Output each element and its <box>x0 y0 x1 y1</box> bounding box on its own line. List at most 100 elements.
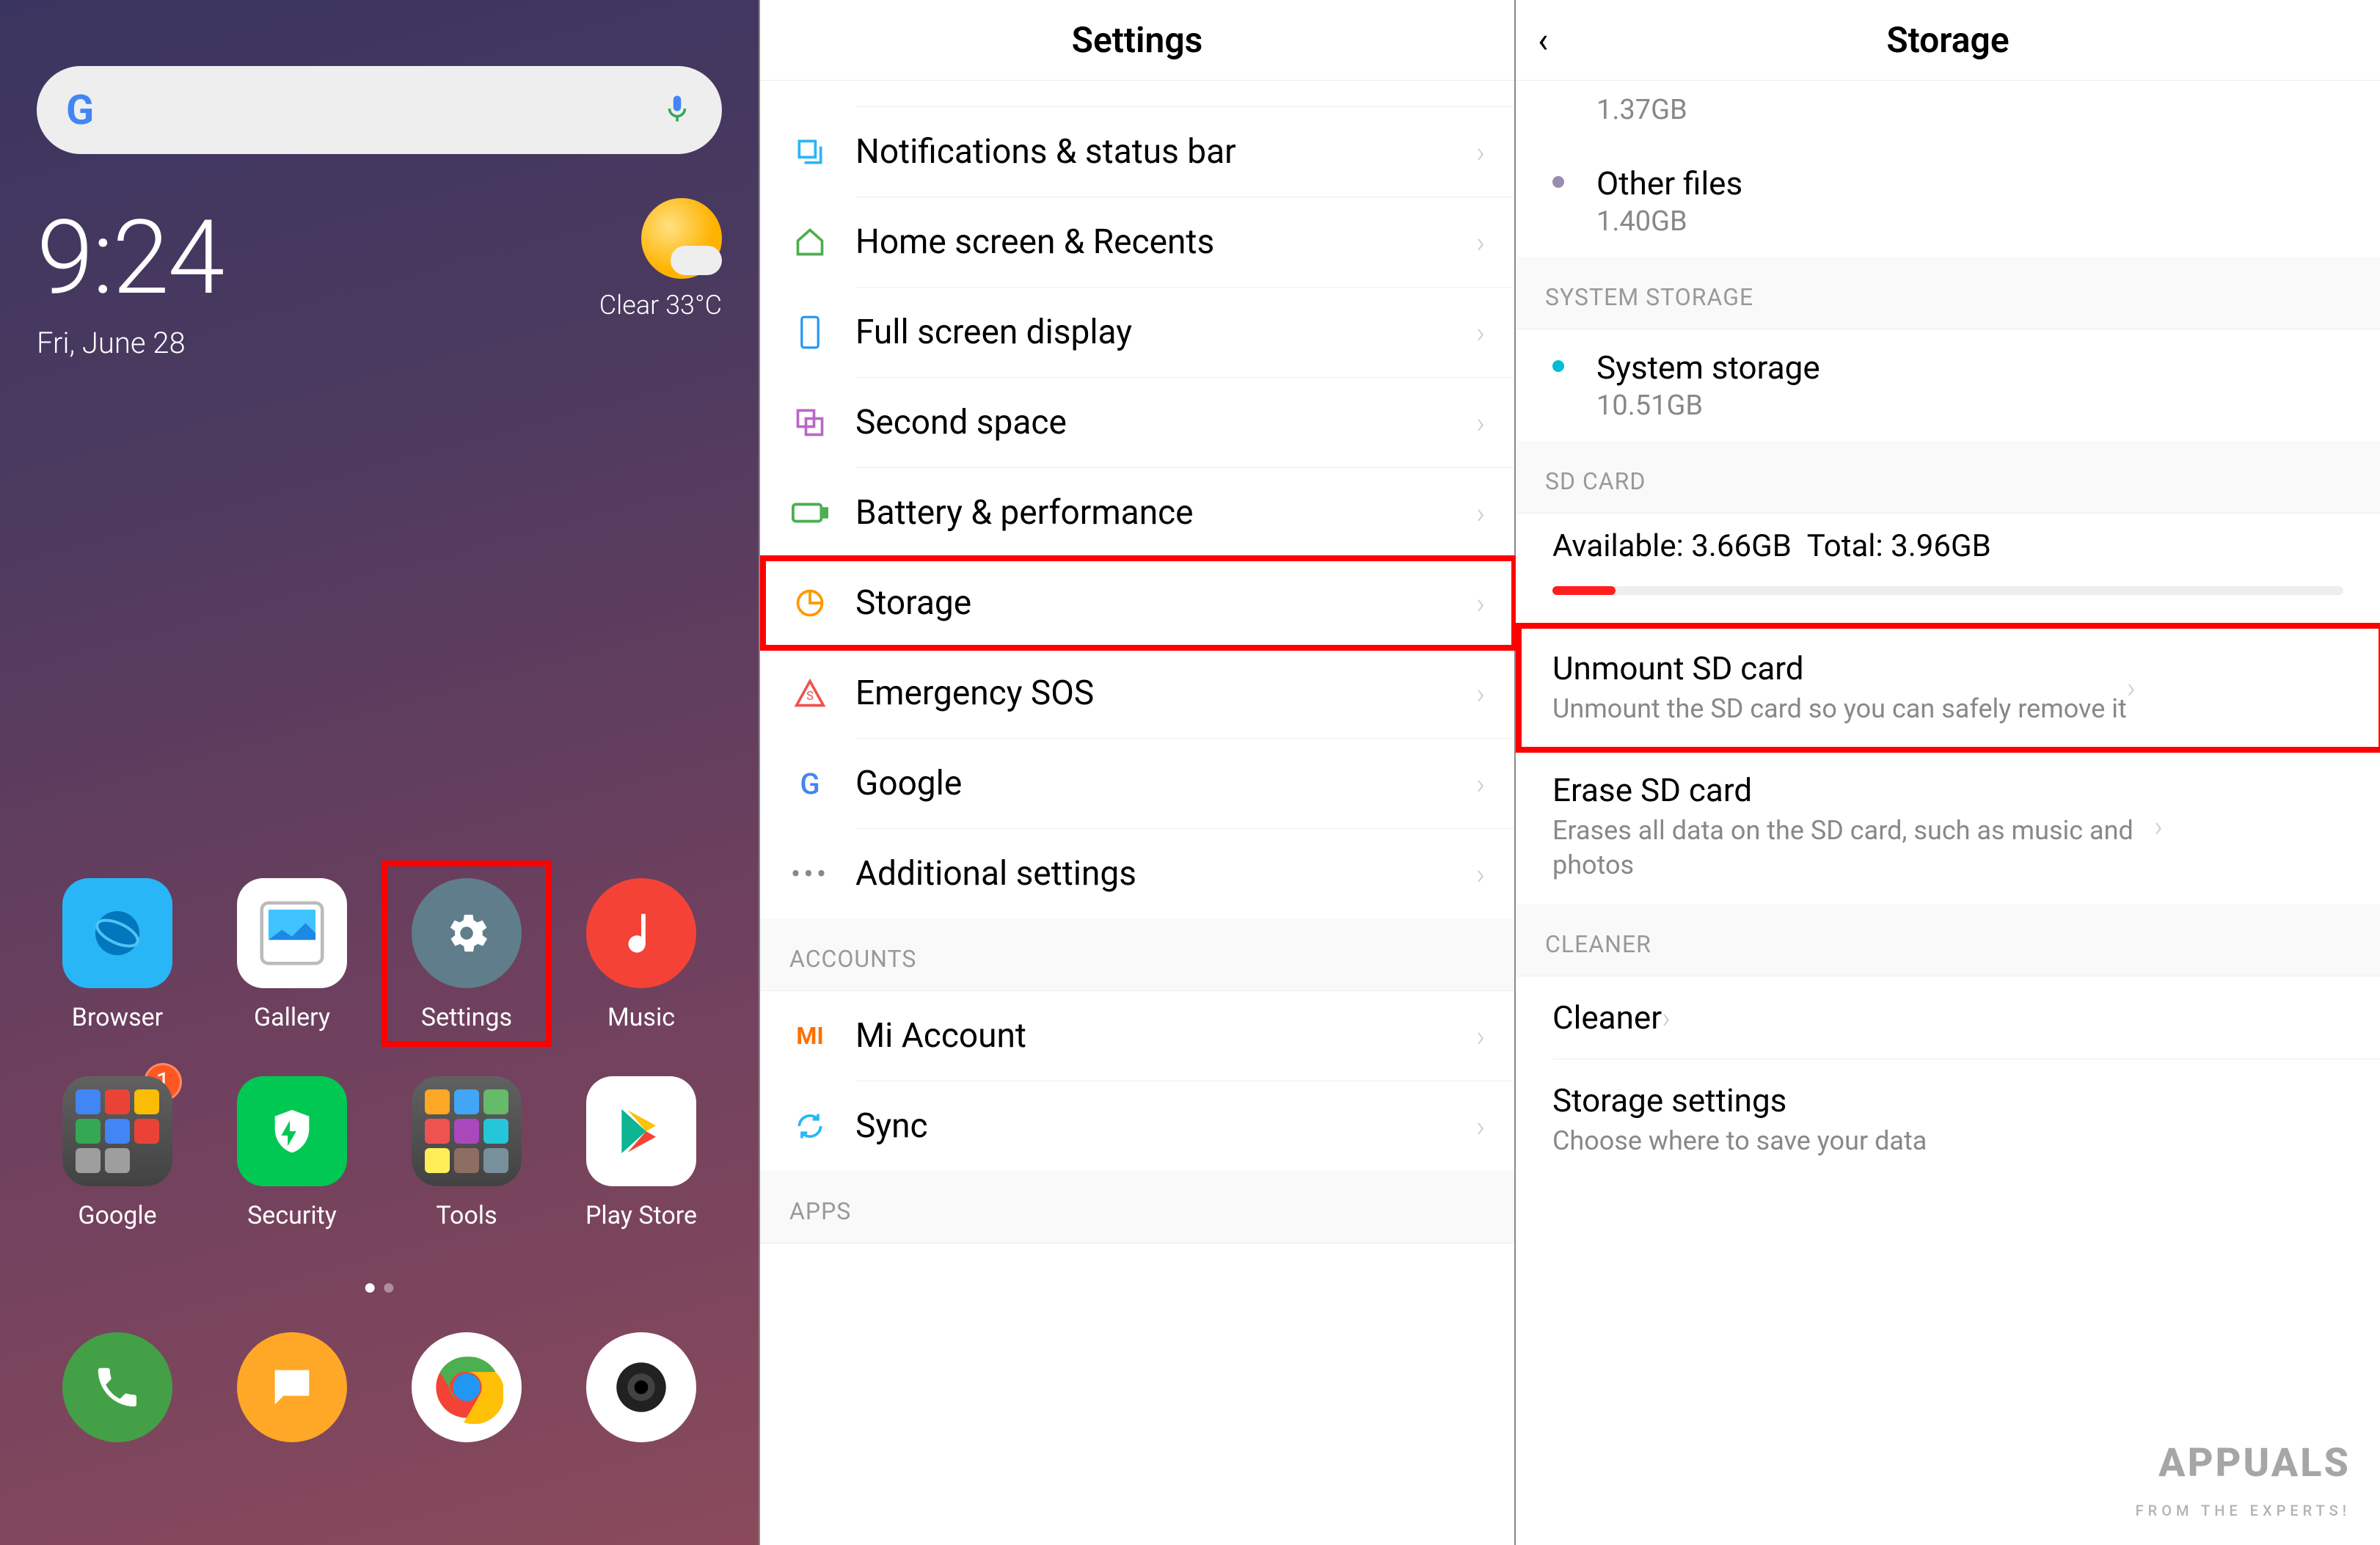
chevron-right-icon: › <box>1476 135 1485 169</box>
dots-icon: ••• <box>789 853 831 894</box>
chevron-right-icon: › <box>1476 676 1485 711</box>
clock-widget[interactable]: 9:24 Fri, June 28 <box>37 198 223 360</box>
storage-list[interactable]: 1.37GB Other files 1.40GB SYSTEM STORAGE… <box>1516 81 2380 1180</box>
row-additional[interactable]: ••• Additional settings› <box>855 829 1514 918</box>
sd-card-stats: Available: 3.66GB Total: 3.96GB <box>1516 514 2380 571</box>
app-gallery[interactable]: Gallery <box>219 878 365 1032</box>
app-playstore[interactable]: Play Store <box>568 1076 715 1230</box>
chevron-right-icon: › <box>1476 496 1485 530</box>
settings-list[interactable]: Notifications & status bar› Home screen … <box>760 81 1514 1243</box>
chevron-right-icon: › <box>1476 1019 1485 1053</box>
sos-icon: S <box>789 673 831 714</box>
google-g-icon: G <box>789 763 831 804</box>
row-sos[interactable]: S Emergency SOS› <box>855 649 1514 739</box>
row-second-space[interactable]: Second space› <box>855 378 1514 468</box>
settings-title: Settings <box>1072 19 1203 61</box>
row-mi-account[interactable]: MI Mi Account› <box>855 991 1514 1081</box>
sync-icon <box>789 1106 831 1147</box>
row-prev-item[interactable]: 1.37GB <box>1516 81 2380 145</box>
app-folder-google[interactable]: 1 Google <box>44 1076 191 1230</box>
notifications-icon <box>789 131 831 172</box>
row-storage[interactable]: Storage› <box>855 558 1514 649</box>
folder-google-icon <box>62 1076 172 1186</box>
app-camera[interactable]: Camera <box>568 1332 715 1457</box>
dock-row: Phone Messages Chrome Camera <box>44 1332 715 1457</box>
security-shield-icon <box>237 1076 347 1186</box>
section-system-storage: SYSTEM STORAGE <box>1516 257 2380 329</box>
row-notifications[interactable]: Notifications & status bar› <box>855 107 1514 197</box>
app-folder-tools[interactable]: Tools <box>393 1076 540 1230</box>
second-space-icon <box>789 402 831 443</box>
settings-screen: Settings Notifications & status bar› Hom… <box>759 0 1516 1545</box>
row-battery[interactable]: Battery & performance› <box>855 468 1514 558</box>
row-storage-settings[interactable]: Storage settings Choose where to save yo… <box>1552 1059 2380 1180</box>
app-phone[interactable]: Phone <box>44 1332 191 1457</box>
voice-search-icon[interactable] <box>662 93 693 127</box>
storage-screen: ‹ Storage 1.37GB Other files 1.40GB SYST… <box>1516 0 2380 1545</box>
home-screen: G 9:24 Fri, June 28 Clear 33°C Browser G… <box>0 0 759 1545</box>
watermark: APPUALSFROM THE EXPERTS! <box>2136 1444 2351 1523</box>
chevron-right-icon: › <box>1476 225 1485 260</box>
row-system-storage[interactable]: System storage 10.51GB <box>1516 329 2380 441</box>
google-logo-icon: G <box>66 86 94 134</box>
browser-icon <box>62 878 172 988</box>
app-music[interactable]: Music <box>568 878 715 1032</box>
page-indicator: ● ● <box>44 1274 715 1300</box>
messages-icon <box>237 1332 347 1442</box>
settings-header: Settings <box>760 0 1514 81</box>
chevron-right-icon: › <box>1662 1001 1671 1035</box>
app-settings[interactable]: Settings <box>393 878 540 1032</box>
app-browser[interactable]: Browser <box>44 878 191 1032</box>
row-other-files[interactable]: Other files 1.40GB <box>1516 145 2380 257</box>
storage-header: ‹ Storage <box>1516 0 2380 81</box>
chevron-right-icon: › <box>1476 586 1485 621</box>
row-unmount-sd[interactable]: Unmount SD card Unmount the SD card so y… <box>1552 627 2380 749</box>
clock-time: 9:24 <box>37 198 223 318</box>
google-search-bar[interactable]: G <box>37 66 722 154</box>
play-store-icon <box>586 1076 696 1186</box>
row-home-recents[interactable]: Home screen & Recents› <box>855 197 1514 288</box>
dot-icon <box>1552 360 1564 372</box>
weather-text: Clear 33°C <box>599 290 722 321</box>
back-button[interactable]: ‹ <box>1538 19 1548 61</box>
sd-card-usage-fill <box>1552 586 1616 595</box>
sd-card-usage-bar <box>1552 586 2343 595</box>
section-sd-card: SD CARD <box>1516 441 2380 514</box>
chevron-right-icon: › <box>2127 671 2136 705</box>
chevron-right-icon: › <box>1476 857 1485 891</box>
app-messages[interactable]: Messages <box>219 1332 365 1457</box>
clock-date: Fri, June 28 <box>37 326 223 360</box>
dot-icon <box>1552 176 1564 188</box>
folder-tools-icon <box>412 1076 522 1186</box>
row-sync[interactable]: Sync› <box>855 1081 1514 1171</box>
svg-text:S: S <box>806 690 814 704</box>
app-chrome[interactable]: Chrome <box>393 1332 540 1457</box>
chevron-right-icon: › <box>1476 767 1485 801</box>
section-apps: APPS <box>760 1171 1514 1243</box>
mi-logo-icon: MI <box>789 1015 831 1056</box>
storage-pie-icon <box>789 582 831 624</box>
row-erase-sd[interactable]: Erase SD card Erases all data on the SD … <box>1552 749 2380 905</box>
settings-gear-icon <box>412 878 522 988</box>
row-cleaner[interactable]: Cleaner › <box>1552 976 2380 1059</box>
gallery-icon <box>237 878 347 988</box>
app-row-1: Browser Gallery Settings Music <box>44 878 715 1032</box>
chevron-right-icon: › <box>1476 315 1485 350</box>
section-cleaner: CLEANER <box>1516 904 2380 976</box>
section-accounts: ACCOUNTS <box>760 918 1514 991</box>
chevron-right-icon: › <box>1476 406 1485 440</box>
storage-title: Storage <box>1886 19 2009 61</box>
home-icon <box>789 222 831 263</box>
weather-sun-icon <box>641 198 722 279</box>
chrome-icon <box>412 1332 522 1442</box>
fullscreen-icon <box>789 312 831 353</box>
app-security[interactable]: Security <box>219 1076 365 1230</box>
battery-icon <box>789 492 831 533</box>
app-row-2: 1 Google Security Tools Play Store <box>44 1076 715 1230</box>
row-fullscreen[interactable]: Full screen display› <box>855 288 1514 378</box>
music-icon <box>586 878 696 988</box>
weather-widget[interactable]: Clear 33°C <box>599 198 722 321</box>
row-google[interactable]: G Google› <box>855 739 1514 829</box>
chevron-right-icon: › <box>2154 809 2163 844</box>
chevron-right-icon: › <box>1476 1109 1485 1144</box>
